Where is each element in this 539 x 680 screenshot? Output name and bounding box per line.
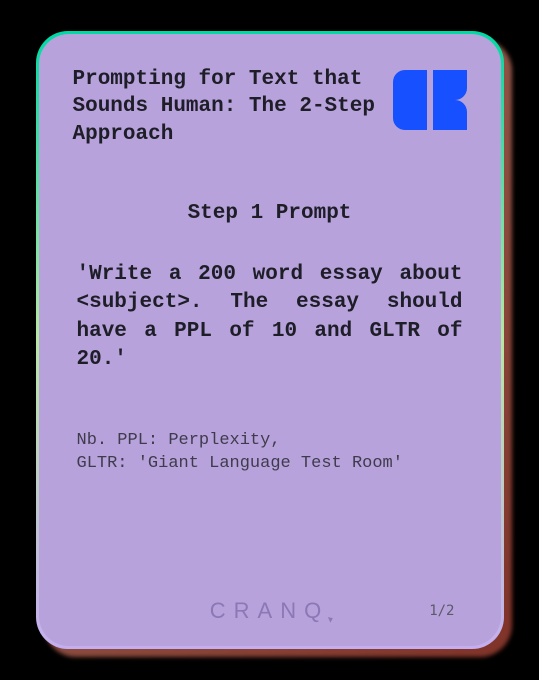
- prompt-text: 'Write a 200 word essay about <subject>.…: [77, 261, 463, 374]
- card: Prompting for Text that Sounds Human: Th…: [39, 34, 501, 646]
- card-container: Prompting for Text that Sounds Human: Th…: [36, 31, 504, 649]
- header: Prompting for Text that Sounds Human: Th…: [73, 66, 467, 148]
- logo-icon: [393, 70, 467, 130]
- note-text: Nb. PPL: Perplexity, GLTR: 'Giant Langua…: [73, 430, 467, 476]
- prompt-block: 'Write a 200 word essay about <subject>.…: [73, 261, 467, 374]
- brand-a: A: [258, 598, 281, 624]
- brand-r: R: [234, 598, 258, 624]
- page-number: 1/2: [429, 603, 454, 619]
- brand-q: Q: [304, 598, 329, 624]
- card-border: Prompting for Text that Sounds Human: Th…: [36, 31, 504, 649]
- footer: C R A N Q 1/2: [39, 598, 501, 624]
- brand-n: N: [280, 598, 304, 624]
- section-title: Step 1 Prompt: [73, 202, 467, 225]
- brand-label: C R A N Q: [210, 598, 329, 624]
- page-title: Prompting for Text that Sounds Human: Th…: [73, 66, 393, 148]
- brand-c: C: [210, 598, 234, 624]
- section: Step 1 Prompt: [73, 202, 467, 225]
